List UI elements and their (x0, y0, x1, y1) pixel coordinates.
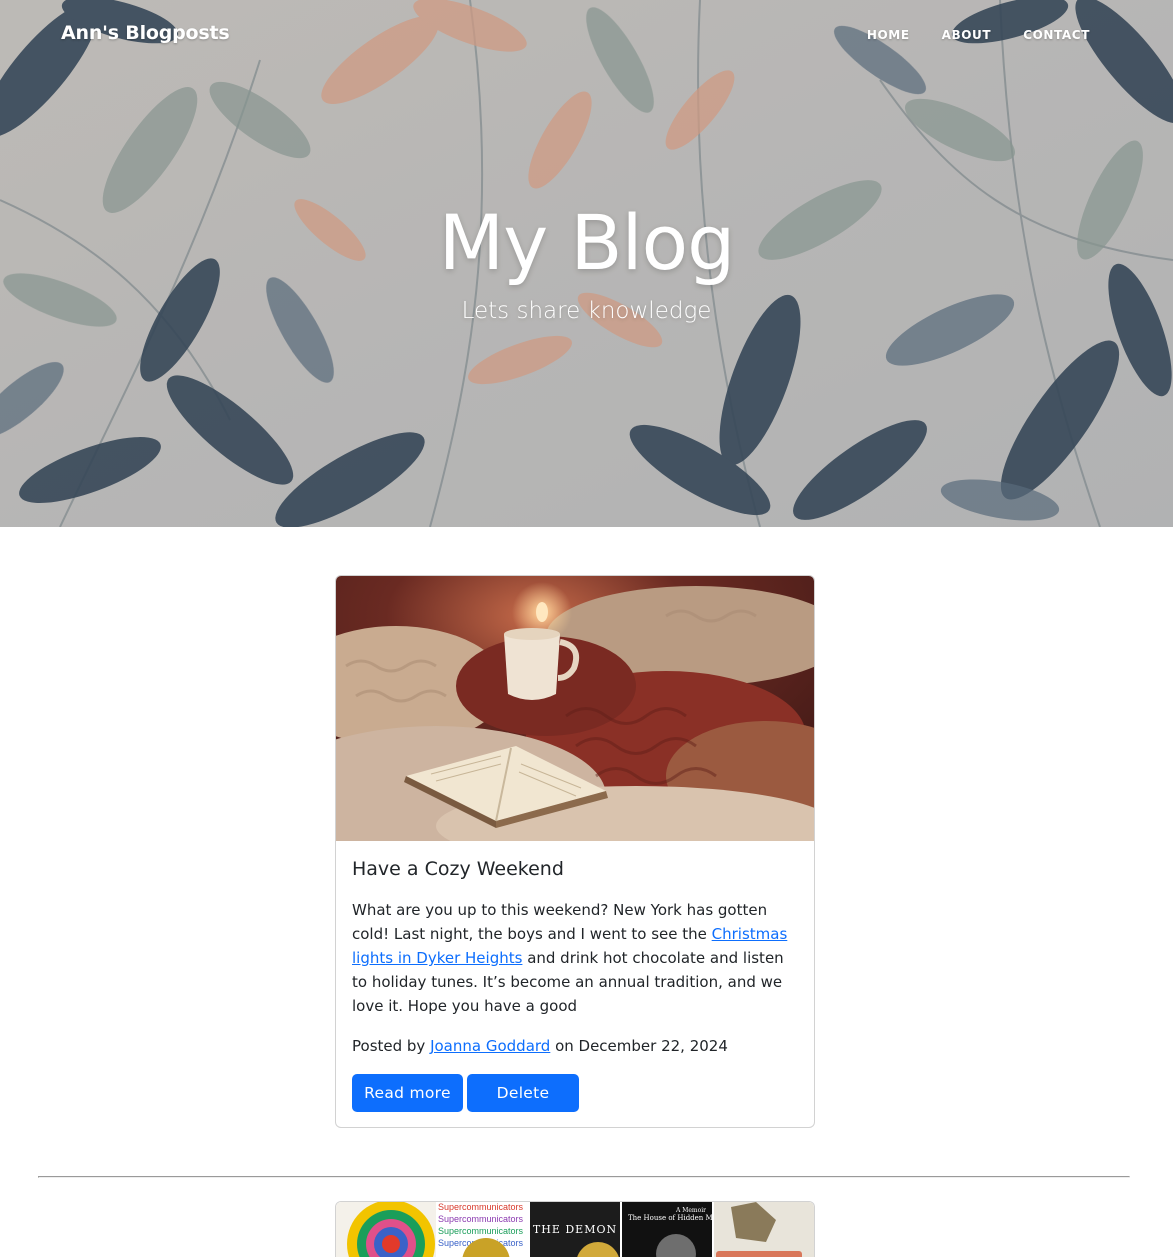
nav-about-link[interactable]: ABOUT (942, 28, 992, 42)
post-cover-image (336, 576, 814, 841)
nav-links: HOME ABOUT CONTACT (867, 28, 1090, 42)
hero-subheading: Lets share knowledge (461, 298, 712, 324)
read-more-button[interactable]: Read more (352, 1074, 463, 1112)
book-tag: A Memoir (675, 1207, 706, 1214)
top-navbar: Ann's Blogposts HOME ABOUT CONTACT (0, 0, 1173, 72)
cozy-mug-book-illustration (336, 576, 814, 841)
post-excerpt: What are you up to this weekend? New Yor… (352, 898, 798, 1018)
delete-button[interactable]: Delete (467, 1074, 579, 1112)
nav-contact-link[interactable]: CONTACT (1023, 28, 1090, 42)
book-spine-3: Supercommunicators (438, 1226, 524, 1236)
next-post-card: Supercommunicators Supercommunicators Su… (335, 1201, 815, 1257)
posted-by-label: Posted by (352, 1037, 431, 1055)
book-spine-2: Supercommunicators (438, 1214, 524, 1224)
book-title-demon: THE DEMON (533, 1223, 617, 1236)
post-card: Have a Cozy Weekend What are you up to t… (335, 575, 815, 1128)
post-title: Have a Cozy Weekend (352, 858, 564, 880)
brand-logo-link[interactable]: Ann's Blogposts (61, 22, 230, 44)
post-card-body: Have a Cozy Weekend What are you up to t… (352, 856, 798, 1112)
post-date: on December 22, 2024 (550, 1037, 728, 1055)
hero-banner: Ann's Blogposts HOME ABOUT CONTACT My Bl… (0, 0, 1173, 527)
book-covers-image: Supercommunicators Supercommunicators Su… (336, 1202, 814, 1257)
post-divider (38, 1176, 1130, 1178)
post-excerpt-text: What are you up to this weekend? New Yor… (352, 901, 768, 943)
post-meta: Posted by Joanna Goddard on December 22,… (352, 1034, 798, 1058)
hero-heading: My Blog (438, 198, 736, 287)
post-actions: Read more Delete (352, 1074, 798, 1112)
author-link[interactable]: Joanna Goddard (430, 1037, 550, 1055)
book-spine-1: Supercommunicators (438, 1202, 524, 1212)
nav-home-link[interactable]: HOME (867, 28, 910, 42)
